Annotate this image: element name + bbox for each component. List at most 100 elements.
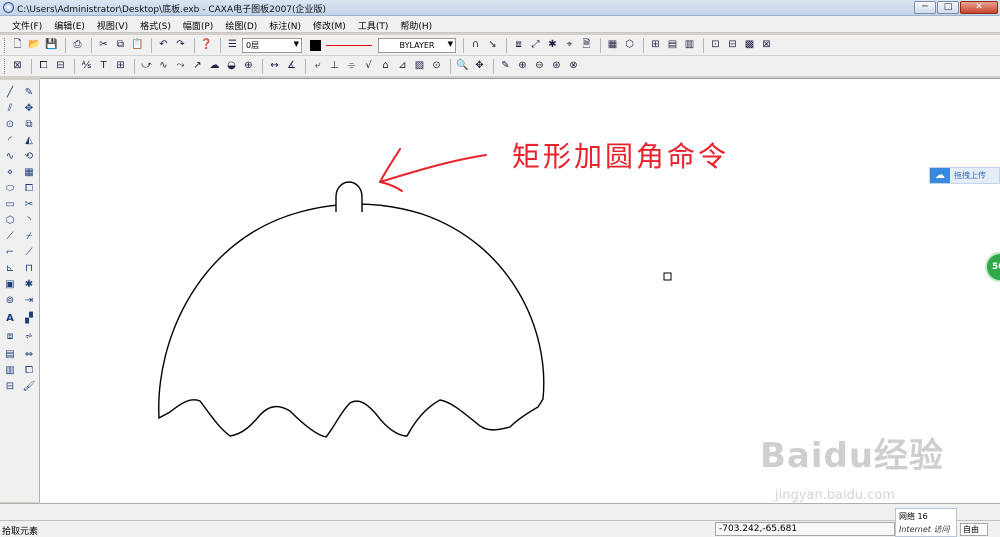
- open-file-icon[interactable]: 📂: [27, 38, 42, 53]
- print-icon[interactable]: ⎙: [70, 38, 85, 53]
- drag-upload-button[interactable]: ☁ 拖拽上传: [929, 167, 1000, 184]
- maximize-button[interactable]: □: [937, 1, 959, 14]
- copy-icon[interactable]: ⧉: [113, 38, 128, 53]
- dimension-style-icon[interactable]: ⅍: [79, 59, 94, 74]
- zoom-window-icon[interactable]: ⧠: [36, 59, 51, 74]
- polyline-icon[interactable]: ⤻: [139, 59, 154, 74]
- window-select-icon[interactable]: ⊠: [10, 59, 25, 74]
- brush-icon[interactable]: 🖌: [22, 380, 36, 394]
- sheet-icon[interactable]: ⊟: [3, 380, 17, 394]
- weld-icon[interactable]: ⌂: [378, 59, 393, 74]
- toolbar-grip[interactable]: [4, 37, 7, 53]
- move-icon[interactable]: ✥: [22, 102, 36, 116]
- save-icon[interactable]: 💾: [44, 38, 59, 53]
- undo-icon[interactable]: ↶: [156, 38, 171, 53]
- part-library-icon[interactable]: ▦: [605, 38, 620, 53]
- tolerance-icon[interactable]: ⌯: [344, 59, 359, 74]
- spline-icon[interactable]: ⤳: [173, 59, 188, 74]
- linear-dim-icon[interactable]: ↔: [267, 59, 282, 74]
- color-swatch[interactable]: [310, 39, 321, 51]
- zoom-all-icon[interactable]: ⊛: [549, 59, 564, 74]
- cloud-line-icon[interactable]: ☁: [207, 59, 222, 74]
- menu-tools[interactable]: 工具(T): [352, 16, 395, 32]
- title-block-icon[interactable]: ▤: [665, 38, 680, 53]
- frame-icon[interactable]: ⊞: [648, 38, 663, 53]
- snap-mode-select[interactable]: 自由: [960, 523, 988, 536]
- zoom-extent-icon[interactable]: ⊗: [566, 59, 581, 74]
- image-icon[interactable]: ▥: [3, 364, 17, 378]
- query-icon[interactable]: 🗎: [579, 38, 594, 53]
- leader-icon[interactable]: ⤶: [310, 59, 325, 74]
- fillet-icon[interactable]: ◝: [22, 214, 36, 228]
- fill-icon[interactable]: ⊚: [3, 294, 17, 308]
- measure-icon[interactable]: ⌖: [562, 38, 577, 53]
- umbrella-outline[interactable]: [158, 203, 545, 438]
- hatch-tool-icon[interactable]: ▣: [3, 278, 17, 292]
- block-icon[interactable]: ⧈: [511, 38, 526, 53]
- menu-dimension[interactable]: 标注(N): [263, 16, 307, 32]
- linetype-select[interactable]: BYLAYER ▼: [378, 37, 456, 53]
- menu-format[interactable]: 格式(S): [134, 16, 177, 32]
- match-icon[interactable]: ⩫: [22, 330, 36, 344]
- zoom-prev-icon[interactable]: ⊖: [532, 59, 547, 74]
- extend-icon[interactable]: ⟋: [22, 246, 36, 260]
- curve-icon[interactable]: ∩: [468, 38, 483, 53]
- copy-object-icon[interactable]: ⧉: [22, 118, 36, 132]
- datum-icon[interactable]: ⊥: [327, 59, 342, 74]
- insert-icon[interactable]: ⤢: [528, 38, 543, 53]
- arc-icon[interactable]: ◜: [3, 134, 17, 148]
- toolbar-grip[interactable]: [4, 58, 7, 74]
- chamfer-icon[interactable]: ⊾: [3, 262, 17, 276]
- table-icon[interactable]: ⊞: [113, 59, 128, 74]
- help-icon[interactable]: ❓: [199, 38, 214, 53]
- redraw-icon[interactable]: ✎: [498, 59, 513, 74]
- stretch-icon[interactable]: ⊓: [22, 262, 36, 276]
- layer-icon[interactable]: ☰: [225, 38, 240, 53]
- roughness-icon[interactable]: √: [361, 59, 376, 74]
- mirror-icon[interactable]: ◭: [22, 134, 36, 148]
- text-tool-icon[interactable]: A: [3, 312, 17, 326]
- trim-icon[interactable]: ✂: [22, 198, 36, 212]
- menu-edit[interactable]: 编辑(E): [48, 16, 91, 32]
- menu-modify[interactable]: 修改(M): [307, 16, 352, 32]
- menu-view[interactable]: 视图(V): [91, 16, 134, 32]
- ole-icon[interactable]: ⧠: [22, 364, 36, 378]
- menu-help[interactable]: 帮助(H): [394, 16, 438, 32]
- explode-tool-icon[interactable]: ✱: [22, 278, 36, 292]
- balloon-icon[interactable]: ⊙: [429, 59, 444, 74]
- zoom-realtime-icon[interactable]: 🔍: [455, 59, 470, 74]
- grid-icon[interactable]: ▩: [742, 38, 757, 53]
- pencil-icon[interactable]: ✎: [22, 86, 36, 100]
- rotate-icon[interactable]: ⟲: [22, 150, 36, 164]
- menu-file[interactable]: 文件(F): [6, 16, 48, 32]
- model-icon[interactable]: ⬡: [622, 38, 637, 53]
- align-icon[interactable]: ⇥: [22, 294, 36, 308]
- menu-sheet[interactable]: 幅面(P): [177, 16, 219, 32]
- viewport-icon[interactable]: ⊟: [725, 38, 740, 53]
- wave-icon[interactable]: ∿: [156, 59, 171, 74]
- equidistant-icon[interactable]: ⌐: [3, 246, 17, 260]
- command-line[interactable]: [0, 503, 1000, 520]
- parallel-line-icon[interactable]: ⫽: [3, 102, 17, 116]
- point-icon[interactable]: ⋄: [3, 166, 17, 180]
- explode-icon[interactable]: ✱: [545, 38, 560, 53]
- arrow-icon[interactable]: ↗: [190, 59, 205, 74]
- measure-tool-icon[interactable]: ⇔: [22, 348, 36, 362]
- section-icon[interactable]: ⊿: [395, 59, 410, 74]
- snap-icon[interactable]: ↘: [485, 38, 500, 53]
- scale-icon[interactable]: ⧠: [22, 182, 36, 196]
- close-button[interactable]: ✕: [960, 1, 998, 14]
- menu-draw[interactable]: 绘图(D): [219, 16, 263, 32]
- paste-icon[interactable]: 📋: [130, 38, 145, 53]
- view-icon[interactable]: ⊡: [708, 38, 723, 53]
- redo-icon[interactable]: ↷: [173, 38, 188, 53]
- pan-icon[interactable]: ✥: [472, 59, 487, 74]
- rectangle-icon[interactable]: ▭: [3, 198, 17, 212]
- ellipse-arc-icon[interactable]: ◒: [224, 59, 239, 74]
- spline-tool-icon[interactable]: ∿: [3, 150, 17, 164]
- polygon-icon[interactable]: ⬡: [3, 214, 17, 228]
- layout-icon[interactable]: ⊠: [759, 38, 774, 53]
- array-icon[interactable]: ▦: [22, 166, 36, 180]
- cut-icon[interactable]: ✂: [96, 38, 111, 53]
- rounded-rect-handle[interactable]: [335, 181, 363, 212]
